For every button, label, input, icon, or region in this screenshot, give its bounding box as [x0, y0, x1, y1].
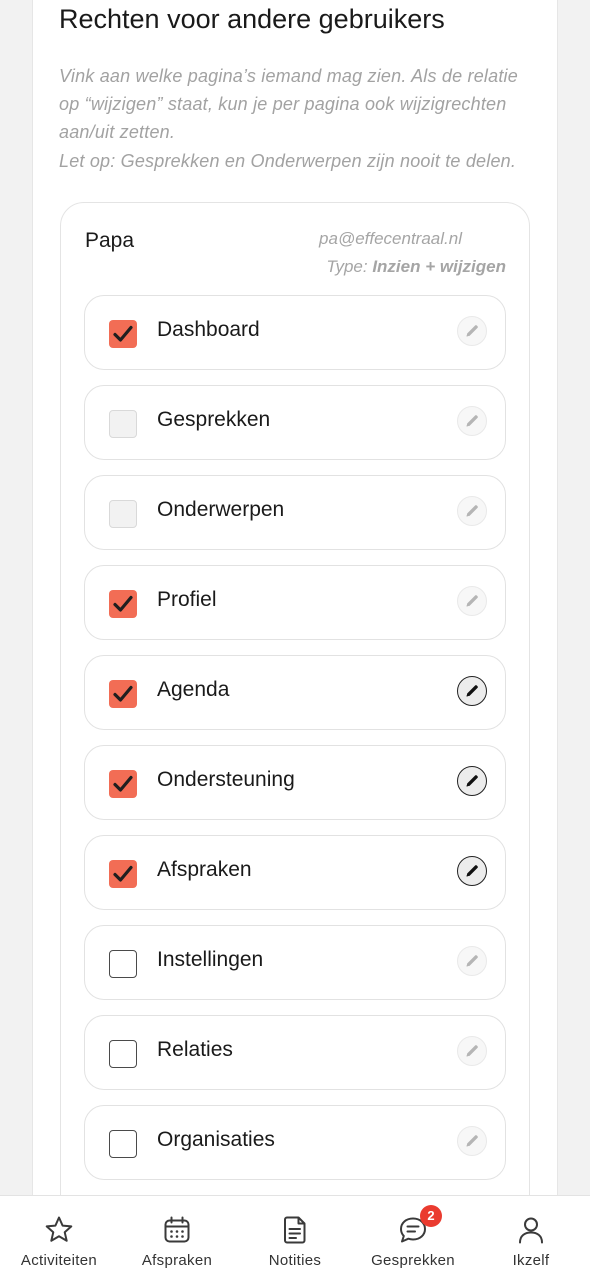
unread-badge: 2	[420, 1205, 442, 1227]
edit-permission-toggle[interactable]	[457, 586, 487, 616]
pencil-icon	[466, 325, 478, 337]
edit-permission-toggle[interactable]	[457, 676, 487, 706]
tab-activiteiten[interactable]: Activiteiten	[0, 1196, 118, 1279]
permission-row: Relaties	[84, 1015, 506, 1090]
view-permission-checkbox[interactable]	[109, 860, 137, 888]
checkmark-icon	[113, 685, 133, 702]
view-permission-checkbox[interactable]	[109, 1040, 137, 1068]
edit-permission-toggle[interactable]	[457, 946, 487, 976]
page-label: Agenda	[157, 678, 230, 701]
view-permission-checkbox[interactable]	[109, 680, 137, 708]
permission-row: Dashboard	[84, 295, 506, 370]
edit-permission-toggle[interactable]	[457, 766, 487, 796]
view-permission-checkbox	[109, 500, 137, 528]
calendar-icon	[164, 1216, 190, 1243]
permission-row: Ondersteuning	[84, 745, 506, 820]
checkmark-icon	[113, 325, 133, 342]
permission-row: Organisaties	[84, 1105, 506, 1180]
permission-row: Profiel	[84, 565, 506, 640]
pencil-icon	[466, 1135, 478, 1147]
pencil-icon	[466, 505, 478, 517]
tab-notities[interactable]: Notities	[236, 1196, 354, 1279]
page-label: Relaties	[157, 1038, 233, 1061]
edit-permission-toggle[interactable]	[457, 856, 487, 886]
pencil-icon	[466, 415, 478, 427]
page-label: Instellingen	[157, 948, 264, 971]
star-icon	[45, 1216, 73, 1242]
permission-row: Onderwerpen	[84, 475, 506, 550]
tab-ikzelf[interactable]: Ikzelf	[472, 1196, 590, 1279]
pencil-icon	[466, 1045, 478, 1057]
view-permission-checkbox[interactable]	[109, 1130, 137, 1158]
page-label: Dashboard	[157, 318, 260, 341]
permission-row: Gesprekken	[84, 385, 506, 460]
page-label: Organisaties	[157, 1128, 275, 1151]
checkmark-icon	[113, 595, 133, 612]
page-label: Gesprekken	[157, 408, 271, 431]
edit-permission-toggle[interactable]	[457, 1036, 487, 1066]
user-type-value: Inzien + wijzigen	[372, 257, 506, 276]
page-label: Profiel	[157, 588, 217, 611]
intro-note: Let op: Gesprekken en Onderwerpen zijn n…	[59, 150, 517, 171]
tab-label: Gesprekken	[371, 1252, 455, 1269]
person-icon	[519, 1217, 543, 1244]
pencil-icon	[466, 595, 478, 607]
tab-label: Afspraken	[141, 1252, 213, 1269]
intro-text: Vink aan welke pagina’s iemand mag zien.…	[59, 66, 518, 143]
page-label: Onderwerpen	[157, 498, 285, 521]
user-type-label: Type:	[326, 257, 373, 276]
edit-permission-toggle[interactable]	[457, 316, 487, 346]
permission-row: Instellingen	[84, 925, 506, 1000]
edit-permission-toggle[interactable]	[457, 496, 487, 526]
tab-label: Activiteiten	[20, 1252, 98, 1269]
page-label: Ondersteuning	[157, 768, 295, 791]
tab-afspraken[interactable]: Afspraken	[118, 1196, 236, 1279]
permission-row: Agenda	[84, 655, 506, 730]
edit-permission-toggle[interactable]	[457, 1126, 487, 1156]
pencil-icon	[466, 685, 478, 697]
tab-gesprekken[interactable]: Gesprekken	[354, 1196, 472, 1279]
view-permission-checkbox[interactable]	[109, 950, 137, 978]
view-permission-checkbox[interactable]	[109, 590, 137, 618]
user-name: Papa	[85, 229, 135, 252]
pencil-icon	[466, 865, 478, 877]
pencil-icon	[466, 775, 478, 787]
section-intro: Vink aan welke pagina’s iemand mag zien.…	[59, 62, 539, 175]
pencil-icon	[466, 955, 478, 967]
document-icon	[284, 1216, 306, 1244]
view-permission-checkbox[interactable]	[109, 770, 137, 798]
view-permission-checkbox	[109, 410, 137, 438]
tab-label: Notities	[268, 1252, 322, 1269]
view-permission-checkbox[interactable]	[109, 320, 137, 348]
user-email: pa@effecentraal.nl	[319, 229, 462, 248]
edit-permission-toggle[interactable]	[457, 406, 487, 436]
section-title: Rechten voor andere gebruikers	[59, 4, 445, 34]
bottom-tab-bar: Activiteiten Afspraken Notities Gesprekk…	[0, 1195, 590, 1279]
page-label: Afspraken	[157, 858, 252, 881]
permission-row: Afspraken	[84, 835, 506, 910]
checkmark-icon	[113, 775, 133, 792]
tab-label: Ikzelf	[512, 1252, 550, 1269]
checkmark-icon	[113, 865, 133, 882]
user-type: Type: Inzien + wijzigen	[326, 257, 506, 277]
